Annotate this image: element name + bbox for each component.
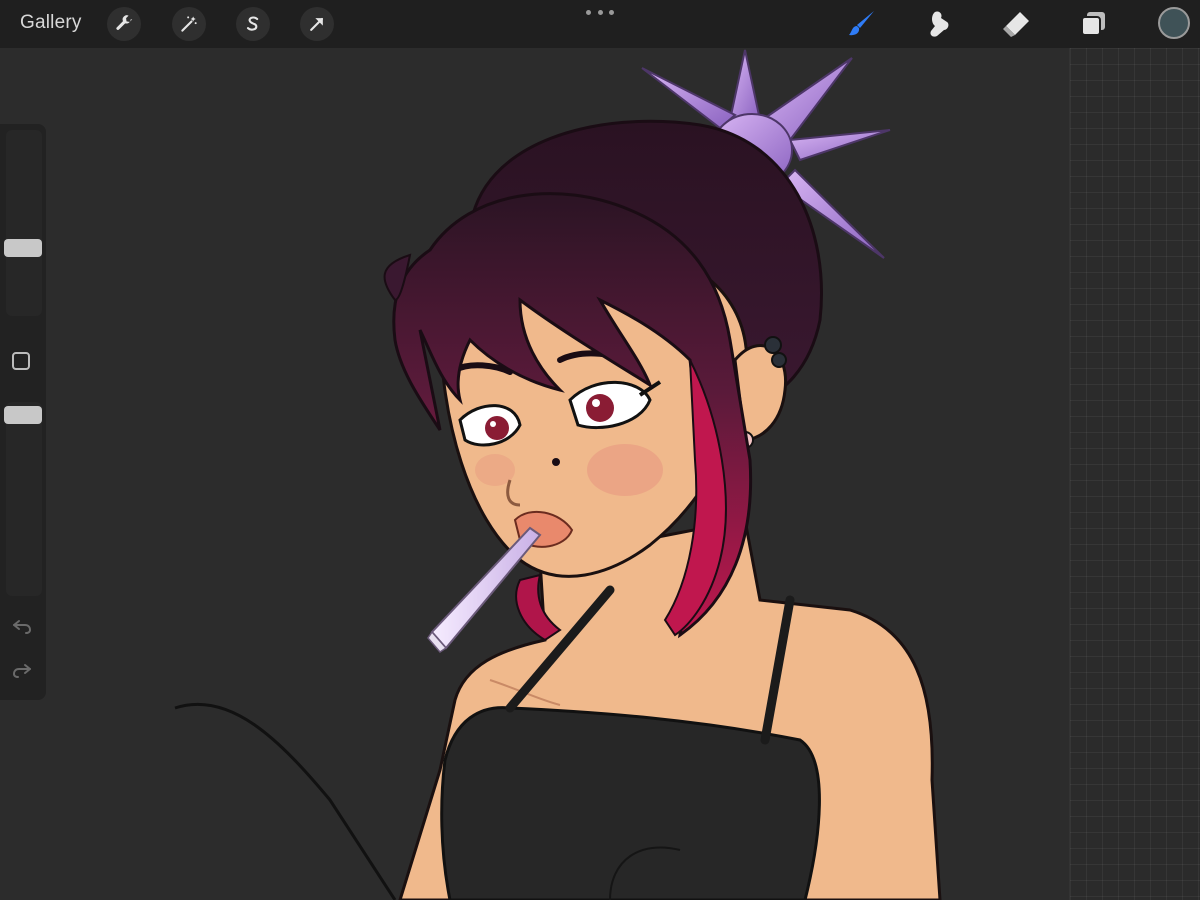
wrench-icon xyxy=(116,15,133,30)
transform-arrow-icon xyxy=(310,17,324,31)
smudge-finger-icon xyxy=(930,11,949,37)
top-toolbar: Gallery xyxy=(0,0,1200,48)
layers-icon xyxy=(1081,12,1105,36)
canvas[interactable] xyxy=(0,48,1200,900)
actions-button[interactable] xyxy=(107,7,141,41)
transform-button[interactable] xyxy=(300,7,334,41)
color-picker-swatch[interactable] xyxy=(1158,7,1190,39)
left-sidebar xyxy=(0,124,46,700)
brush-size-slider[interactable] xyxy=(4,130,42,316)
adjustments-button[interactable] xyxy=(172,7,206,41)
selection-button[interactable] xyxy=(236,7,270,41)
eraser-icon xyxy=(1003,12,1029,37)
brush-tool-button[interactable] xyxy=(846,8,878,40)
gallery-button[interactable]: Gallery xyxy=(20,12,82,34)
modify-square-icon[interactable] xyxy=(12,352,30,370)
eraser-tool-button[interactable] xyxy=(1000,8,1032,40)
smudge-tool-button[interactable] xyxy=(923,8,955,40)
opacity-slider[interactable] xyxy=(4,402,42,596)
character-artwork xyxy=(174,49,942,900)
undo-button[interactable] xyxy=(10,614,34,638)
redo-button[interactable] xyxy=(10,658,34,682)
more-options-icon[interactable] xyxy=(586,10,614,20)
brush-size-thumb[interactable] xyxy=(4,239,42,258)
opacity-thumb[interactable] xyxy=(4,405,42,424)
selection-s-icon xyxy=(246,16,259,31)
undo-icon xyxy=(13,620,32,634)
redo-icon xyxy=(12,664,31,678)
magic-wand-icon xyxy=(181,16,197,32)
brush-icon xyxy=(849,11,874,36)
layers-button[interactable] xyxy=(1078,8,1110,40)
